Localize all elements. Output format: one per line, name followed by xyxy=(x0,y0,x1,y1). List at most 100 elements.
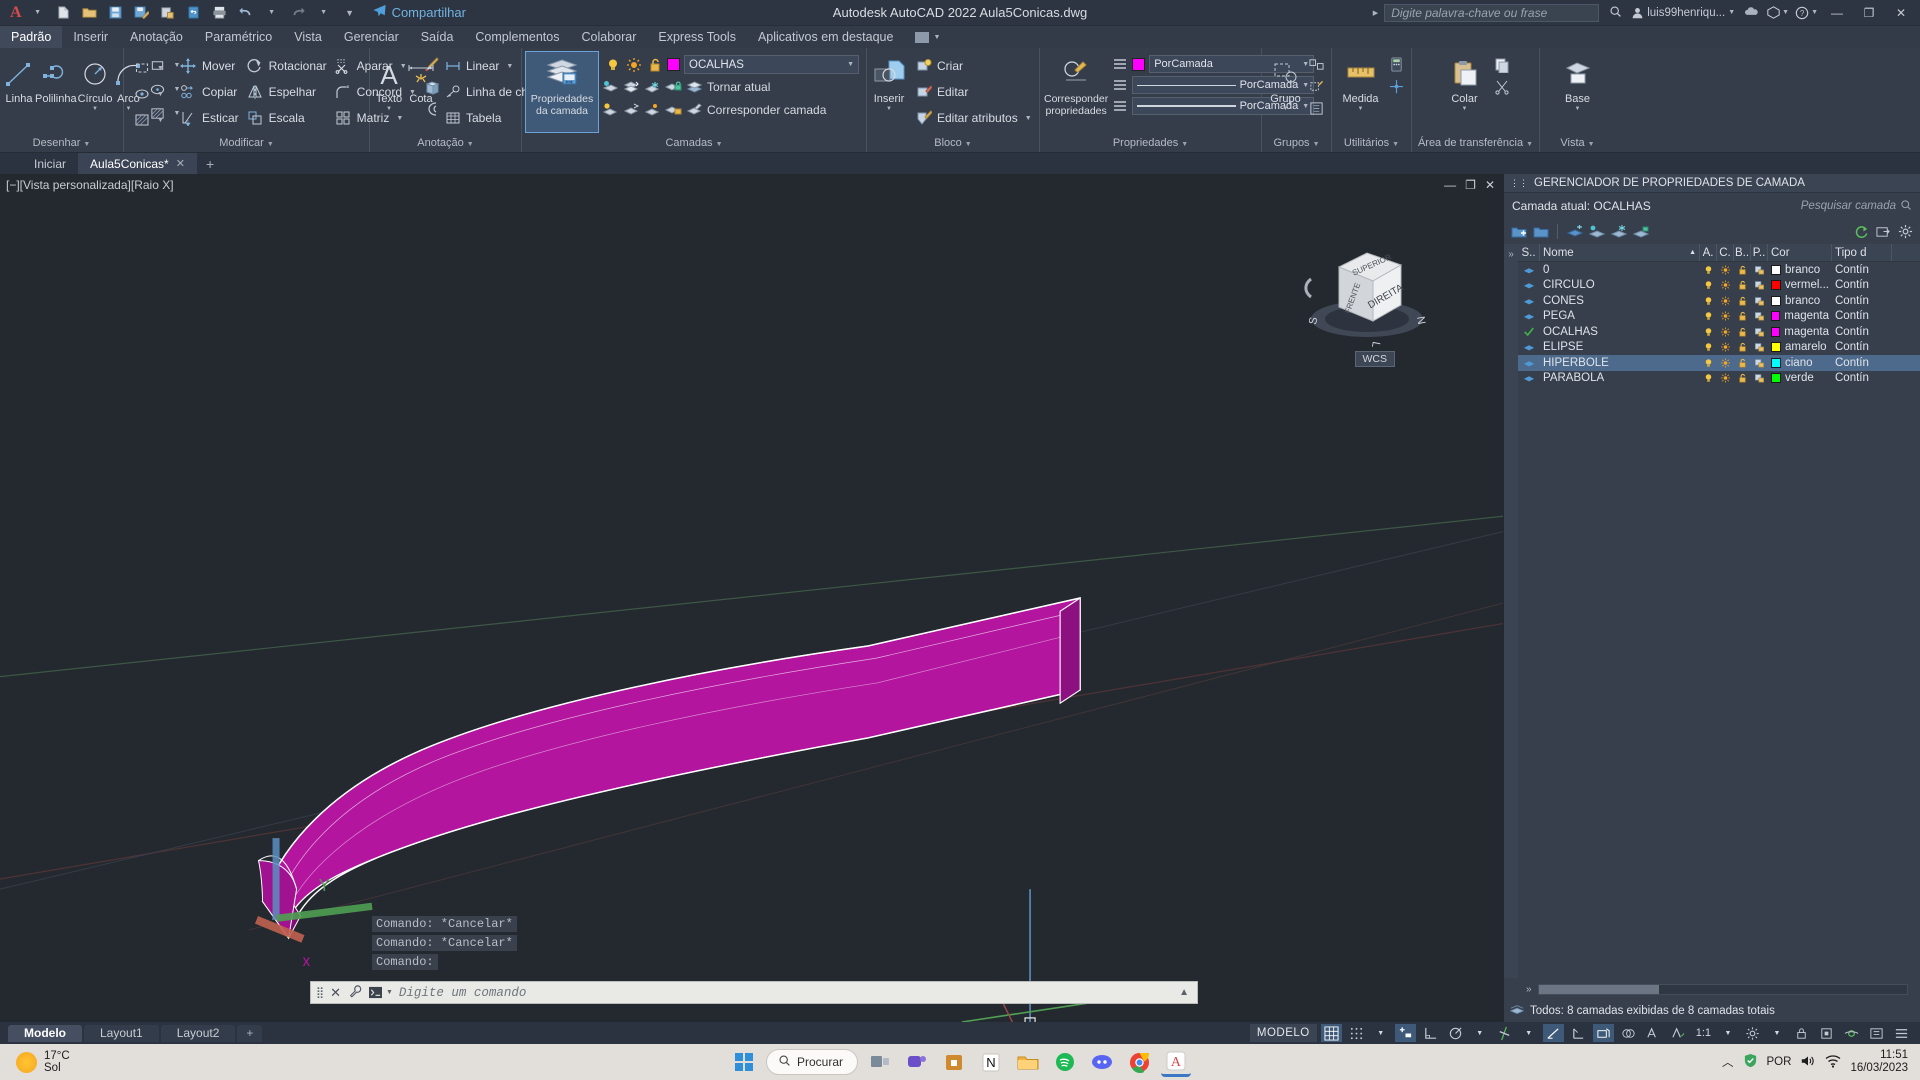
undo-icon[interactable] xyxy=(234,2,258,24)
new-layout-button[interactable]: + xyxy=(237,1024,263,1042)
tool-mover[interactable]: Mover xyxy=(177,54,244,78)
sync-icon[interactable] xyxy=(182,2,206,24)
tool-ellipse-modifier[interactable]: ▼ xyxy=(130,82,169,106)
group-manager-icon[interactable] xyxy=(1308,100,1325,117)
lock-ui-icon[interactable] xyxy=(1791,1024,1812,1042)
save-as-icon[interactable] xyxy=(130,2,154,24)
layer-status-icon[interactable] xyxy=(1518,280,1540,290)
tool-hatch-modifier[interactable]: ▼ xyxy=(130,108,169,132)
layer-name-cell[interactable]: 0 xyxy=(1540,264,1700,276)
polar-dropdown-icon[interactable]: ▼ xyxy=(1470,1024,1490,1042)
language-indicator[interactable]: POR xyxy=(1767,1056,1792,1068)
viewport-restore-icon[interactable]: ❐ xyxy=(1465,178,1476,192)
snap-mode-button[interactable] xyxy=(1346,1024,1367,1042)
layer-unisolate-icon[interactable] xyxy=(623,78,640,95)
scrollbar-thumb[interactable] xyxy=(1538,984,1659,994)
layout-tab-layout2[interactable]: Layout2 xyxy=(160,1024,236,1042)
layer-isolate-icon[interactable] xyxy=(602,78,619,95)
doc-tab-aula5conicas[interactable]: Aula5Conicas* ✕ xyxy=(78,153,197,174)
layer-linetype-cell[interactable]: Contín xyxy=(1832,310,1892,322)
customize-qat-icon[interactable]: ▼ xyxy=(338,2,362,24)
layout-tab-modelo[interactable]: Modelo xyxy=(8,1024,82,1042)
ucs-icon-button[interactable] xyxy=(1568,1024,1589,1042)
close-icon[interactable]: ✕ xyxy=(176,157,185,170)
layer-color-cell[interactable]: magenta xyxy=(1768,326,1832,338)
network-icon[interactable] xyxy=(1825,1054,1841,1071)
ribbon-tab-vista[interactable]: Vista xyxy=(283,26,333,48)
search-magnifier-icon[interactable] xyxy=(1605,5,1625,21)
layer-lock-toggle[interactable] xyxy=(1734,357,1751,369)
polar-tracking-button[interactable] xyxy=(1445,1024,1466,1042)
current-layer-dropdown[interactable]: OCALHAS ▼ xyxy=(684,55,859,74)
ungroup-icon[interactable] xyxy=(1308,56,1325,73)
new-group-filter-icon[interactable] xyxy=(1532,223,1549,240)
viewport-label[interactable]: [−][Vista personalizada][Raio X] xyxy=(6,178,174,192)
task-view-icon[interactable] xyxy=(865,1047,895,1077)
copy-clip-icon[interactable] xyxy=(1494,56,1511,73)
doc-tab-iniciar[interactable]: Iniciar xyxy=(22,153,79,174)
object-snap-button[interactable] xyxy=(1494,1024,1515,1042)
layer-status-icon[interactable] xyxy=(1518,326,1540,337)
tool-criar-bloco[interactable]: Criar xyxy=(912,54,1037,78)
workspace-gear-icon[interactable] xyxy=(1742,1024,1763,1042)
tool-rect-modifier[interactable]: ▼ xyxy=(130,56,169,80)
layer-on-toggle[interactable] xyxy=(1700,372,1717,384)
table-row[interactable]: CONES branco Contín xyxy=(1518,293,1920,309)
windows-start-icon[interactable] xyxy=(729,1047,759,1077)
ribbon-collapse-button[interactable]: ▼ xyxy=(904,26,951,48)
layer-color-cell[interactable]: branco xyxy=(1768,264,1832,276)
layer-on-toggle[interactable] xyxy=(1700,295,1717,307)
layer-thaw-icon[interactable] xyxy=(625,56,642,73)
layer-plot-toggle[interactable] xyxy=(1751,357,1768,369)
layer-color-cell[interactable]: amarelo xyxy=(1768,341,1832,353)
ribbon-tab-saida[interactable]: Saída xyxy=(410,26,465,48)
spotify-icon[interactable] xyxy=(1050,1047,1080,1077)
layer-status-icon[interactable] xyxy=(1518,342,1540,352)
layer-freeze-icon[interactable] xyxy=(644,78,661,95)
command-prompt-icon[interactable]: ▼ xyxy=(366,986,393,999)
osnap-dropdown-icon[interactable]: ▼ xyxy=(1519,1024,1539,1042)
layer-previous-icon[interactable] xyxy=(623,101,640,118)
tool-medida-dropdown-icon[interactable]: ▼ xyxy=(1358,106,1364,112)
layer-color-cell[interactable]: ciano xyxy=(1768,357,1832,369)
autodesk-cloud-icon[interactable] xyxy=(1741,5,1761,21)
tool-polilinha[interactable]: Polilinha xyxy=(35,52,77,105)
layer-color-cell[interactable]: verde xyxy=(1768,372,1832,384)
share-button[interactable]: Compartilhar xyxy=(372,4,466,21)
layer-isolate-icon[interactable] xyxy=(1588,223,1605,240)
security-icon[interactable] xyxy=(1743,1053,1758,1071)
layer-thaw-all-icon[interactable] xyxy=(644,101,661,118)
filter-tree-collapse[interactable]: » xyxy=(1504,244,1518,978)
annotation-scale-value[interactable]: 1:1 xyxy=(1693,1024,1714,1042)
color-swatch[interactable] xyxy=(1771,311,1781,322)
tool-base[interactable]: Base ▼ xyxy=(1552,52,1604,112)
isolate-objects-icon[interactable] xyxy=(1841,1024,1862,1042)
layer-status-icon[interactable] xyxy=(1518,358,1540,368)
tool-medida[interactable]: Medida ▼ xyxy=(1336,52,1385,112)
table-row[interactable]: PARABOLA verde Contín xyxy=(1518,371,1920,387)
layer-on-toggle[interactable] xyxy=(1700,326,1717,338)
layer-plot-toggle[interactable] xyxy=(1751,341,1768,353)
annotation-scale-dropdown-icon[interactable]: ▼ xyxy=(1718,1024,1738,1042)
layer-unlock-all-icon[interactable] xyxy=(665,101,682,118)
column-lock[interactable]: B.. xyxy=(1734,244,1751,261)
layer-search-box[interactable]: Pesquisar camada xyxy=(1801,199,1912,214)
layer-lock-icon[interactable] xyxy=(1632,223,1649,240)
dynamic-ucs-button[interactable] xyxy=(1592,1024,1614,1042)
tool-circulo-dropdown-icon[interactable]: ▼ xyxy=(92,106,98,112)
command-line-bar[interactable]: ⣿ ✕ ▼ Digite um comando ▲ xyxy=(310,981,1198,1004)
cut-icon[interactable] xyxy=(1494,78,1511,95)
tool-texto[interactable]: A Texto ▼ xyxy=(374,52,404,112)
tool-colar[interactable]: Colar ▼ xyxy=(1439,52,1491,112)
layer-name-cell[interactable]: ELIPSE xyxy=(1540,341,1700,353)
print-icon[interactable] xyxy=(208,2,232,24)
annotation-visibility-button[interactable] xyxy=(1643,1024,1664,1042)
layer-lock-toggle[interactable] xyxy=(1734,310,1751,322)
column-name[interactable]: Nome ▲ xyxy=(1540,244,1700,261)
layer-status-icon[interactable] xyxy=(1518,296,1540,306)
new-document-tab-button[interactable]: + xyxy=(197,153,223,174)
layer-on-toggle[interactable] xyxy=(1700,264,1717,276)
layer-linetype-cell[interactable]: Contín xyxy=(1832,264,1892,276)
tool-inserir-bloco[interactable]: Inserir ▼ xyxy=(871,52,907,112)
annotation-scale-auto-button[interactable] xyxy=(1668,1024,1689,1042)
